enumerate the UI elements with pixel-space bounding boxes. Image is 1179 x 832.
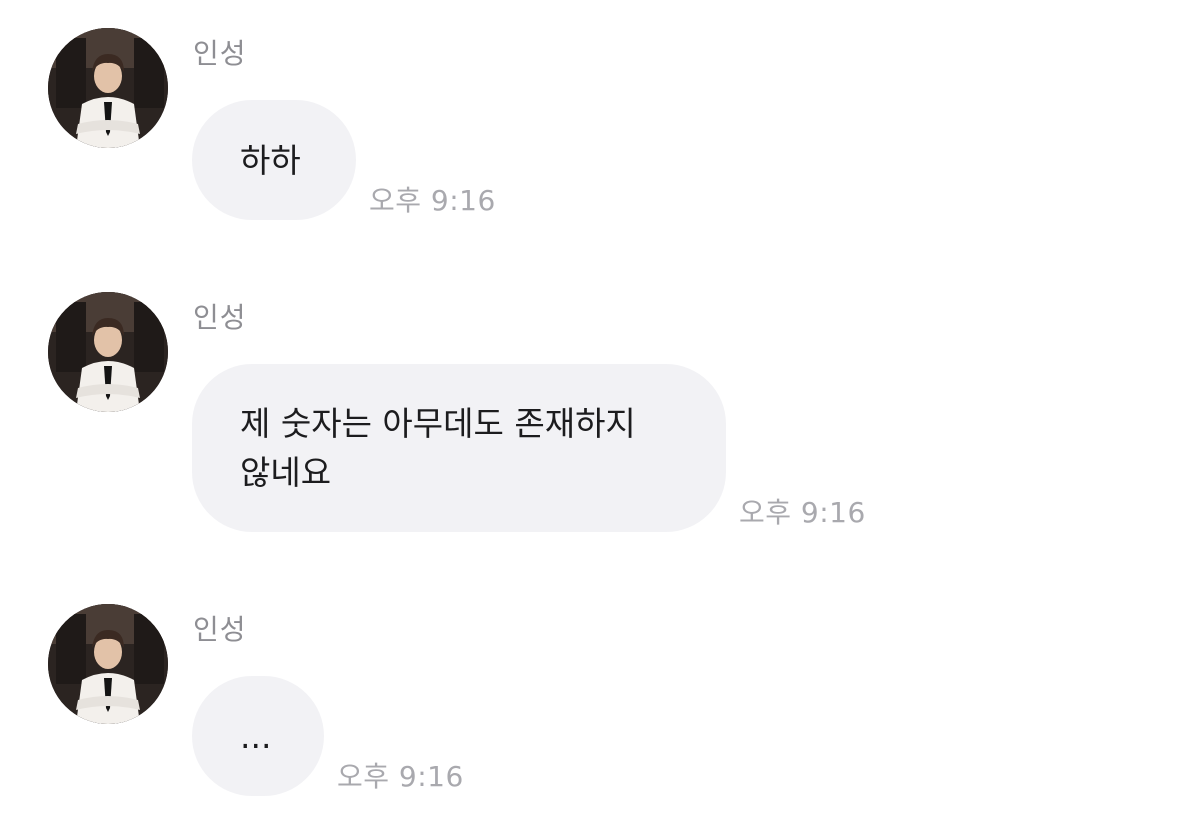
message-time: 오후 9:16 bbox=[369, 184, 496, 217]
message-bubble[interactable]: ... bbox=[192, 676, 324, 796]
sender-name: 인성 bbox=[193, 301, 247, 334]
message-row: 인성 ... 오후 9:16 bbox=[0, 576, 1179, 816]
profile-photo-icon bbox=[48, 604, 168, 724]
sender-name: 인성 bbox=[193, 37, 247, 70]
avatar[interactable] bbox=[48, 28, 168, 148]
profile-photo-icon bbox=[48, 28, 168, 148]
avatar[interactable] bbox=[48, 292, 168, 412]
profile-photo-icon bbox=[48, 292, 168, 412]
message-text: 제 숫자는 아무데도 존재하지 않네요 bbox=[240, 404, 636, 492]
sender-name: 인성 bbox=[193, 613, 247, 646]
message-time: 오후 9:16 bbox=[739, 496, 866, 529]
message-bubble[interactable]: 제 숫자는 아무데도 존재하지 않네요 bbox=[192, 364, 726, 532]
message-time: 오후 9:16 bbox=[337, 760, 464, 793]
message-row: 인성 하하 오후 9:16 bbox=[0, 0, 1179, 240]
message-text: ... bbox=[240, 716, 272, 756]
avatar[interactable] bbox=[48, 604, 168, 724]
message-text: 하하 bbox=[240, 140, 301, 180]
message-bubble[interactable]: 하하 bbox=[192, 100, 356, 220]
message-row: 인성 제 숫자는 아무데도 존재하지 않네요 오후 9:16 bbox=[0, 264, 1179, 554]
